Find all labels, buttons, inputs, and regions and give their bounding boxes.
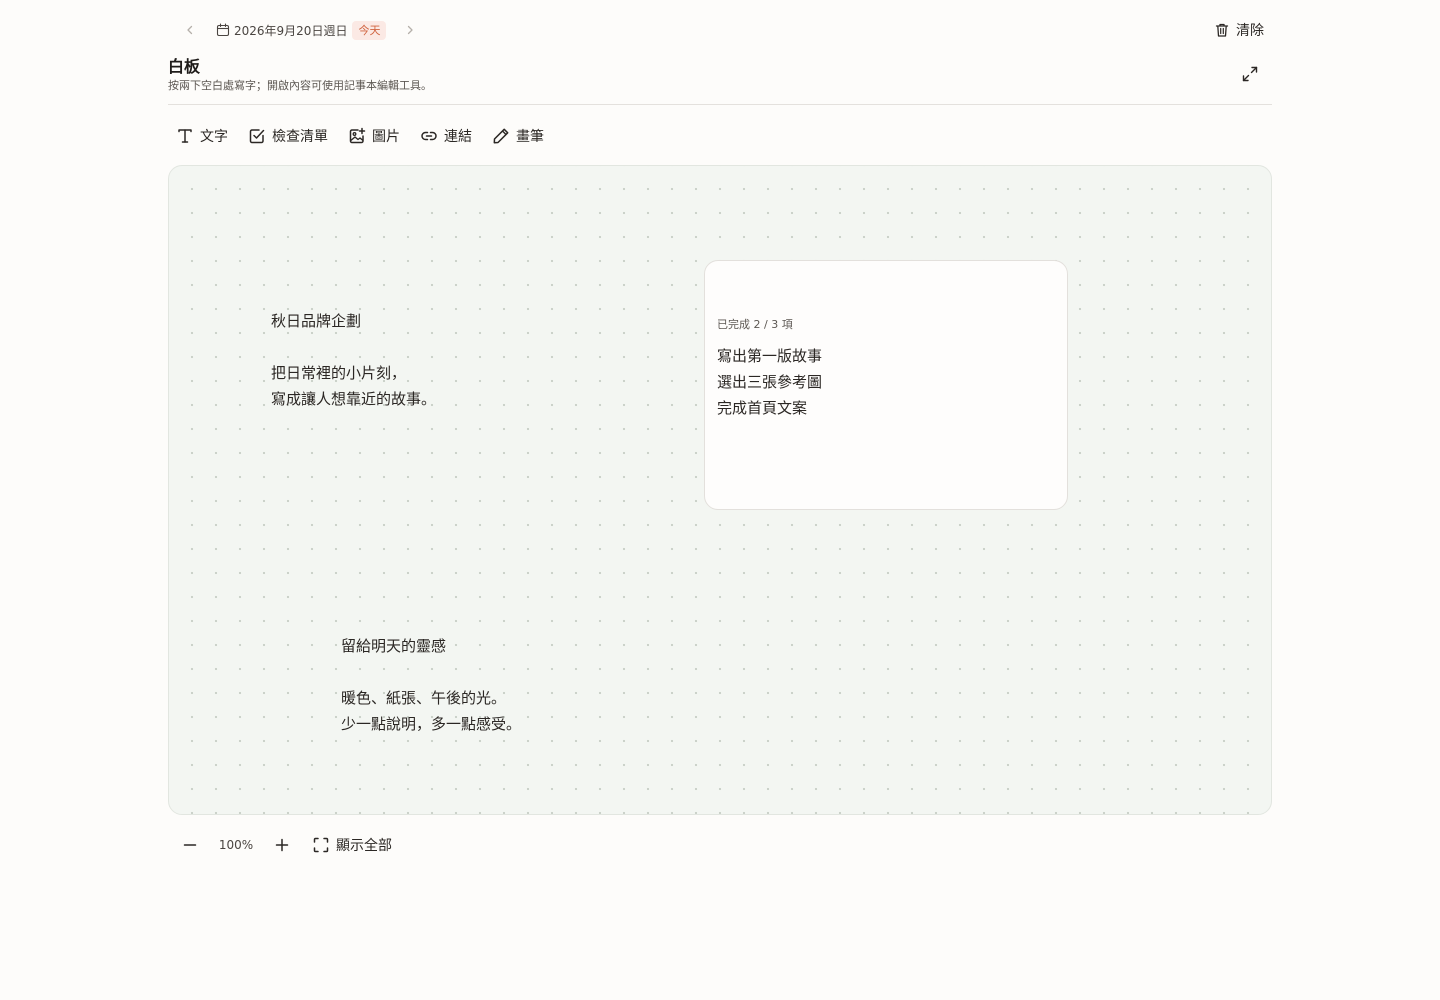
- link-icon: [420, 127, 438, 145]
- image-tool-button[interactable]: 圖片: [348, 124, 400, 148]
- minus-icon[interactable]: [180, 835, 200, 855]
- trash-icon: [1214, 22, 1230, 38]
- image-tool-label: 圖片: [372, 129, 400, 145]
- page-header: 白板 按兩下空白處寫字；開啟內容可使用記事本編輯工具。: [168, 56, 1272, 105]
- note-line: 寫成讓人想靠近的故事。: [271, 390, 437, 408]
- text-note[interactable]: 秋日品牌企劃 把日常裡的小片刻， 寫成讓人想靠近的故事。: [271, 308, 436, 412]
- fit-screen-icon: [312, 836, 330, 854]
- note-line: 少一點說明，多一點感受。: [341, 715, 522, 733]
- top-bar: 2026年9月20日週日 今天 清除: [168, 18, 1272, 42]
- checklist-items: 寫出第一版故事 選出三張參考圖 完成首頁文案: [717, 343, 822, 421]
- zoom-controls: 100% 顯示全部: [180, 833, 392, 857]
- page-subtitle: 按兩下空白處寫字；開啟內容可使用記事本編輯工具。: [168, 79, 432, 92]
- link-tool-button[interactable]: 連結: [420, 124, 472, 148]
- pen-tool-label: 畫筆: [516, 129, 544, 145]
- checklist-item[interactable]: 完成首頁文案: [717, 395, 822, 421]
- note-title: 留給明天的靈感: [341, 637, 447, 655]
- clear-label: 清除: [1236, 23, 1264, 39]
- pen-tool-button[interactable]: 畫筆: [492, 124, 544, 148]
- checklist-card[interactable]: 已完成 2 / 3 項 寫出第一版故事 選出三張參考圖 完成首頁文案: [704, 260, 1068, 510]
- chevron-left-icon[interactable]: [180, 20, 200, 40]
- text-icon: [176, 127, 194, 145]
- note-title: 秋日品牌企劃: [271, 312, 362, 330]
- date-navigator: 2026年9月20日週日 今天: [180, 18, 420, 42]
- calendar-icon: [216, 23, 230, 37]
- expand-icon[interactable]: [1240, 64, 1260, 84]
- link-tool-label: 連結: [444, 129, 472, 145]
- note-line: [341, 659, 521, 685]
- checkbox-icon: [248, 127, 266, 145]
- checklist-tool-button[interactable]: 檢查清單: [248, 124, 328, 148]
- note-line: [271, 334, 436, 360]
- text-tool-label: 文字: [200, 129, 228, 145]
- today-badge[interactable]: 今天: [352, 20, 387, 40]
- page-title: 白板: [168, 57, 201, 76]
- zoom-level: 100%: [218, 838, 254, 852]
- image-icon: [348, 127, 366, 145]
- plus-icon[interactable]: [272, 835, 292, 855]
- checklist-item[interactable]: 寫出第一版故事: [717, 343, 822, 369]
- checklist-item[interactable]: 選出三張參考圖: [717, 369, 822, 395]
- fit-all-label: 顯示全部: [336, 838, 392, 854]
- chevron-right-icon[interactable]: [400, 20, 420, 40]
- checklist-tool-label: 檢查清單: [272, 129, 328, 145]
- date-label: 2026年9月20日週日: [234, 23, 348, 38]
- note-line: 暖色、紙張、午後的光。: [341, 689, 507, 707]
- date-picker-button[interactable]: 2026年9月20日週日 今天: [216, 20, 387, 40]
- insert-toolbar: 文字 檢查清單 圖片 連結 畫筆: [176, 124, 564, 148]
- pencil-icon: [492, 127, 510, 145]
- note-line: 把日常裡的小片刻，: [271, 364, 407, 382]
- whiteboard-canvas[interactable]: 秋日品牌企劃 把日常裡的小片刻， 寫成讓人想靠近的故事。 已完成 2 / 3 項…: [168, 165, 1272, 815]
- fit-all-button[interactable]: 顯示全部: [312, 835, 392, 855]
- text-note[interactable]: 留給明天的靈感 暖色、紙張、午後的光。 少一點說明，多一點感受。: [341, 633, 521, 737]
- checklist-progress: 已完成 2 / 3 項: [717, 318, 793, 331]
- clear-button[interactable]: 清除: [1214, 18, 1264, 42]
- text-tool-button[interactable]: 文字: [176, 124, 228, 148]
